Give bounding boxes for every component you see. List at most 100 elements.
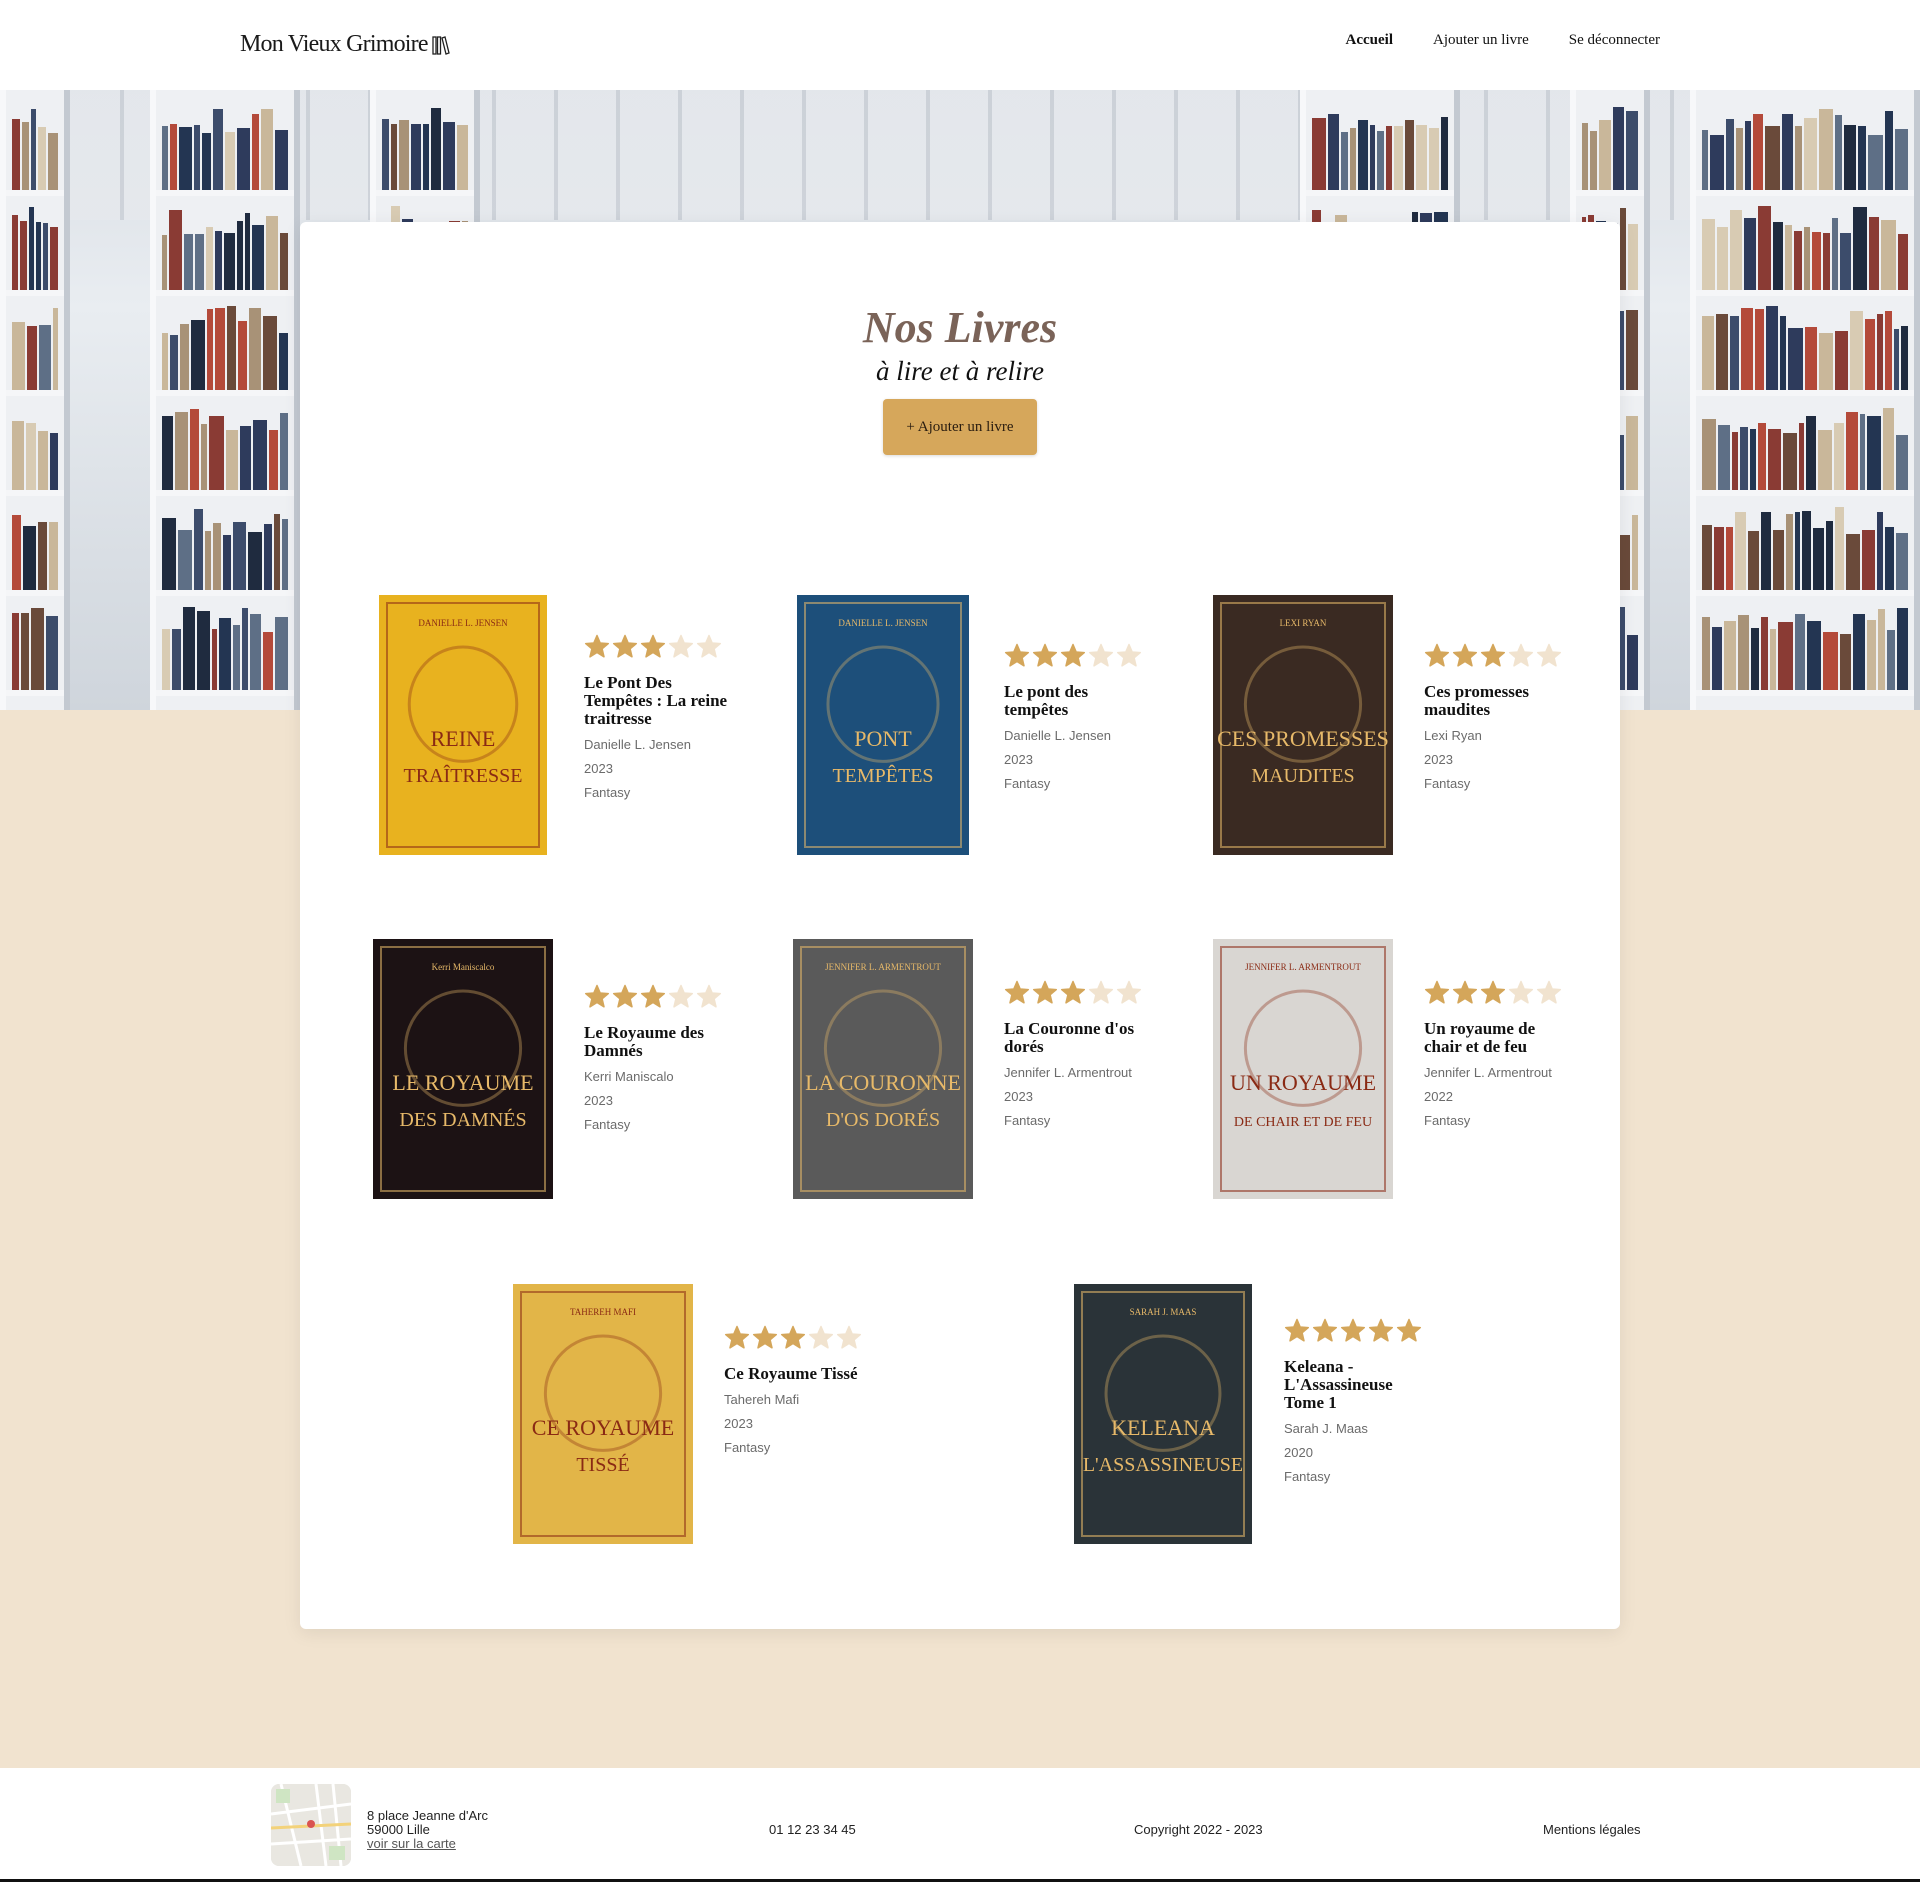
bookshelf xyxy=(150,90,300,710)
shelf-book xyxy=(25,423,36,490)
shelf-book xyxy=(232,625,240,690)
shelf-book xyxy=(1795,126,1803,190)
cover-text: REINE xyxy=(431,726,496,751)
shelf-book xyxy=(1788,328,1803,390)
book-info: Keleana - L'Assassineuse Tome 1 Sarah J. … xyxy=(1284,1318,1434,1484)
shelf-row xyxy=(1696,300,1914,396)
shelf-book xyxy=(1740,427,1749,490)
shelf-book xyxy=(1898,234,1908,290)
cover-text: Kerri Maniscalco xyxy=(432,962,495,972)
shelf-book xyxy=(1877,512,1883,590)
shelf-book xyxy=(219,618,231,690)
cover-text: D'OS DORÉS xyxy=(826,1108,940,1131)
shelf-book xyxy=(1709,135,1725,190)
star-icon xyxy=(584,984,610,1008)
book-cover[interactable]: JENNIFER L. ARMENTROUT LA COURONNE D'OS DO… xyxy=(793,939,973,1199)
shelf-book xyxy=(1758,206,1771,290)
site-logo[interactable]: Mon Vieux Grimoire xyxy=(240,31,450,58)
book-author: Jennifer L. Armentrout xyxy=(1004,1065,1132,1080)
rating-stars xyxy=(584,634,734,660)
shelf-book xyxy=(236,128,251,190)
shelf-book xyxy=(223,233,235,290)
map-link[interactable]: voir sur la carte xyxy=(367,1836,456,1851)
shelf-book xyxy=(1772,222,1783,290)
shelf-book xyxy=(1702,525,1713,590)
shelf-book xyxy=(1845,412,1858,490)
nav-home[interactable]: Accueil xyxy=(1346,32,1393,49)
rating-stars xyxy=(1004,643,1154,669)
shelf-book xyxy=(22,526,37,590)
bookshelf xyxy=(0,90,70,710)
shelf-book xyxy=(169,124,178,190)
shelf-book xyxy=(39,325,51,390)
shelf-book xyxy=(279,233,288,290)
shelf-book xyxy=(189,409,200,490)
shelf-book xyxy=(1357,120,1368,190)
map-thumbnail[interactable] xyxy=(271,1784,351,1866)
shelf-book xyxy=(423,124,429,190)
shelf-book xyxy=(1773,530,1784,590)
page-subtitle: à lire et à relire xyxy=(876,356,1044,386)
book-cover[interactable]: LEXI RYAN CES PROMESSES MAUDITES xyxy=(1213,595,1393,855)
shelf-book xyxy=(1784,225,1792,290)
book-author: Kerri Maniscalo xyxy=(584,1069,674,1084)
shelf-book xyxy=(1618,535,1631,590)
nav-add-book[interactable]: Ajouter un livre xyxy=(1433,32,1529,49)
book-author: Danielle L. Jensen xyxy=(584,737,691,752)
shelf-row xyxy=(1696,400,1914,496)
book-cover[interactable]: TAHEREH MAFI CE ROYAUME TISSÉ xyxy=(513,1284,693,1544)
shelf-book xyxy=(1736,128,1743,190)
book-author: Lexi Ryan xyxy=(1424,728,1482,743)
shelf-row xyxy=(6,600,64,696)
shelf-row xyxy=(6,100,64,196)
add-book-button[interactable]: + Ajouter un livre xyxy=(883,399,1037,455)
legal-notice-link[interactable]: Mentions légales xyxy=(1543,1822,1641,1837)
shelf-row xyxy=(156,200,294,296)
cover-text: TEMPÊTES xyxy=(832,764,933,787)
star-icon xyxy=(808,1325,834,1349)
shelf-row xyxy=(156,300,294,396)
footer-address: 8 place Jeanne d'Arc 59000 Lille voir su… xyxy=(367,1809,488,1851)
cover-text: KELEANA xyxy=(1111,1415,1215,1440)
shelf-book xyxy=(263,632,273,690)
shelf-book xyxy=(162,518,177,590)
shelf-book xyxy=(1849,311,1864,390)
shelf-book xyxy=(1782,433,1797,490)
footer-copyright: Copyright 2022 - 2023 xyxy=(1134,1822,1263,1837)
book-cover[interactable]: DANIELLE L. JENSEN PONT TEMPÊTES xyxy=(797,595,969,855)
shelf-book xyxy=(1731,432,1739,490)
shelf-book xyxy=(193,509,204,590)
shelf-book xyxy=(179,127,193,190)
book-cover[interactable]: JENNIFER L. ARMENTROUT UN ROYAUME DE CHAIR… xyxy=(1213,939,1393,1199)
shelf-book xyxy=(1761,512,1772,590)
book-year: 2023 xyxy=(1004,752,1033,767)
shelf-book xyxy=(196,611,211,690)
book-author: Danielle L. Jensen xyxy=(1004,728,1111,743)
nav-logout[interactable]: Se déconnecter xyxy=(1569,32,1660,49)
shelf-book xyxy=(1626,310,1639,390)
book-genre: Fantasy xyxy=(1424,1113,1471,1128)
shelf-book xyxy=(1868,217,1880,290)
book-cover[interactable]: SARAH J. MAAS KELEANA L'ASSASSINEUSE xyxy=(1074,1284,1252,1544)
shelf-book xyxy=(179,324,190,390)
star-icon xyxy=(752,1325,778,1349)
cover-text: TISSÉ xyxy=(576,1453,629,1476)
shelf-book xyxy=(1901,326,1909,390)
star-icon xyxy=(1452,980,1478,1004)
shelf-book xyxy=(1897,608,1908,690)
book-cover[interactable]: Kerri Maniscalco LE ROYAUME DES DAMNÉS xyxy=(373,939,553,1199)
shelf-book xyxy=(1884,527,1895,590)
shelf-book xyxy=(1369,125,1376,190)
shelf-book xyxy=(182,607,195,690)
book-cover[interactable]: DANIELLE L. JENSEN REINE TRAÎTRESSE xyxy=(379,595,547,855)
star-icon xyxy=(1368,1318,1394,1342)
shelf-book xyxy=(222,535,232,590)
shelf-book xyxy=(1416,125,1428,190)
book-info: La Couronne d'os dorés Jennifer L. Arment… xyxy=(1004,980,1154,1128)
cover-text: DANIELLE L. JENSEN xyxy=(418,618,508,628)
shelf-book xyxy=(42,223,48,290)
shelf-book xyxy=(1327,114,1339,190)
cover-text: LEXI RYAN xyxy=(1280,618,1327,628)
shelf-book xyxy=(1711,627,1722,690)
book-year: 2020 xyxy=(1284,1445,1313,1460)
